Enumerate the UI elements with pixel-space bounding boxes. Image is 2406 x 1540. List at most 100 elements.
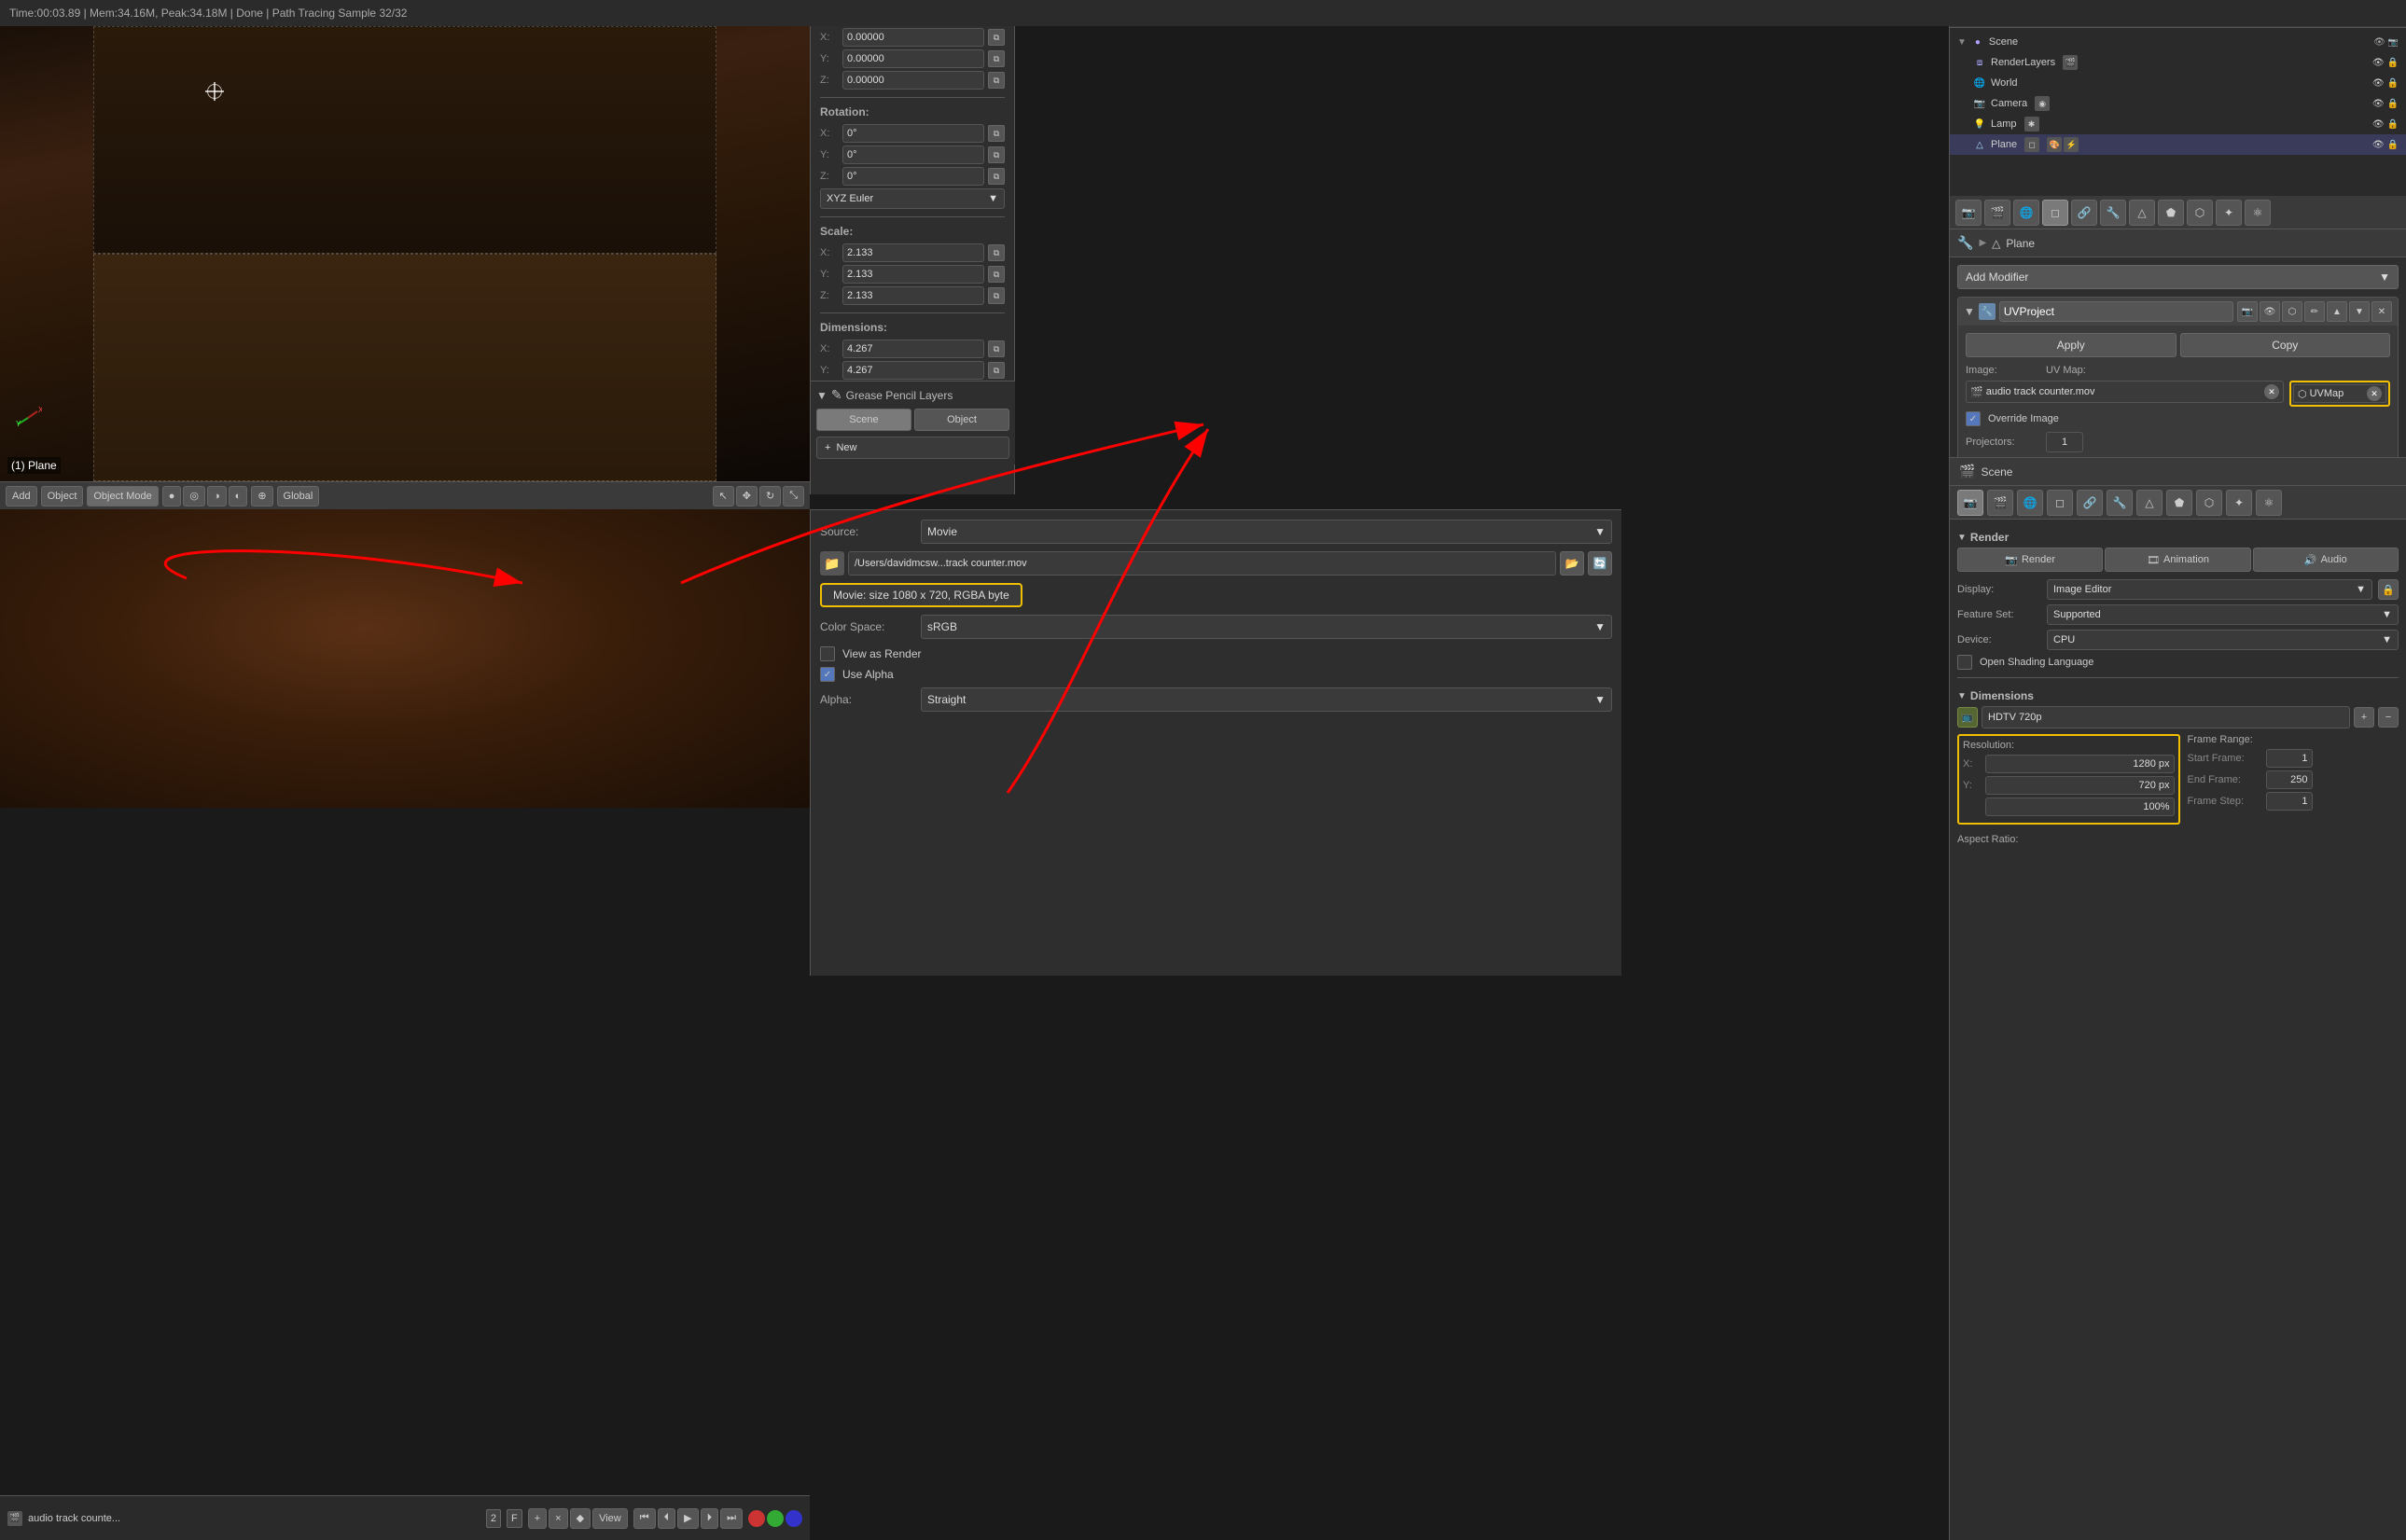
- override-image-checkbox[interactable]: ✓: [1966, 411, 1981, 426]
- outliner-item-world[interactable]: 🌐 World 👁 🔒: [1950, 73, 2406, 93]
- render-section-expand[interactable]: ▼ Render: [1957, 527, 2399, 548]
- frame-step-value[interactable]: 1: [2266, 792, 2313, 811]
- timeline-view-btn[interactable]: View: [592, 1508, 628, 1529]
- mod-down-btn[interactable]: ▼: [2349, 301, 2370, 322]
- location-y-input[interactable]: 0.00000: [842, 49, 984, 68]
- outliner-item-renderlayers[interactable]: ⧈ RenderLayers 🎬 👁 🔒: [1950, 52, 2406, 73]
- uvmap-clear-btn[interactable]: ✕: [2367, 386, 2382, 401]
- play-prev-btn[interactable]: ⏴: [658, 1508, 676, 1529]
- viewport-render-btn[interactable]: ◐: [229, 486, 248, 506]
- res-x-value[interactable]: 1280 px: [1985, 755, 2175, 773]
- scale-y-input[interactable]: 2.133: [842, 265, 984, 284]
- camera-eye-icon[interactable]: 📷: [2388, 37, 2399, 48]
- play-end-btn[interactable]: ⏭: [720, 1508, 743, 1529]
- scale-x-copy[interactable]: ⧉: [988, 244, 1005, 261]
- tool-move[interactable]: ✥: [736, 486, 758, 506]
- end-frame-value[interactable]: 250: [2266, 770, 2313, 789]
- scale-z-copy[interactable]: ⧉: [988, 287, 1005, 304]
- play-back-btn[interactable]: ⏮: [633, 1508, 656, 1529]
- plane-restrict[interactable]: 🔒: [2387, 140, 2399, 150]
- render-cam-icon[interactable]: 📷: [1957, 490, 1983, 516]
- filepath-browse-btn[interactable]: 📂: [1560, 551, 1584, 576]
- rotation-z-copy[interactable]: ⧉: [988, 168, 1005, 185]
- gp-scene-tab[interactable]: Scene: [816, 409, 911, 431]
- mod-camera-icon-btn[interactable]: 📷: [2237, 301, 2258, 322]
- renderlayers-restrict[interactable]: 🔒: [2387, 58, 2399, 68]
- lamp-restrict[interactable]: 🔒: [2387, 119, 2399, 130]
- add-modifier-btn[interactable]: Add Modifier ▼: [1957, 265, 2399, 289]
- viewport-bottom[interactable]: [0, 509, 810, 808]
- render-icon-btn[interactable]: 📷: [1955, 200, 1982, 226]
- data-icon-btn[interactable]: △: [2129, 200, 2155, 226]
- dimensions-expand[interactable]: ▼ Dimensions: [1957, 686, 2399, 706]
- rotation-z-input[interactable]: 0°: [842, 167, 984, 186]
- mod-edit-icon-btn[interactable]: ✏: [2304, 301, 2325, 322]
- outliner-item-plane[interactable]: △ Plane ◻ 🎨 ⚡ 👁 🔒: [1950, 134, 2406, 155]
- source-dropdown[interactable]: Movie ▼: [921, 520, 1612, 544]
- plane-texture-btn[interactable]: ⚡: [2064, 137, 2079, 152]
- camera-data-btn[interactable]: ◉: [2035, 96, 2050, 111]
- feature-set-dropdown[interactable]: Supported ▼: [2047, 604, 2399, 625]
- plane-material-btn[interactable]: 🎨: [2047, 137, 2062, 152]
- pivot-btn[interactable]: ⊕: [251, 486, 272, 506]
- mod-up-btn[interactable]: ▲: [2327, 301, 2347, 322]
- color-space-dropdown[interactable]: sRGB ▼: [921, 615, 1612, 639]
- modifier-expand-btn[interactable]: ▼: [1964, 305, 1975, 318]
- render-wrench-icon[interactable]: 🔧: [2107, 490, 2133, 516]
- render-tab-audio[interactable]: 🔊 Audio: [2253, 548, 2399, 572]
- res-y-value[interactable]: 720 px: [1985, 776, 2175, 795]
- location-x-copy[interactable]: ⧉: [988, 29, 1005, 46]
- rotation-y-input[interactable]: 0°: [842, 146, 984, 164]
- scale-y-copy[interactable]: ⧉: [988, 266, 1005, 283]
- scale-x-input[interactable]: 2.133: [842, 243, 984, 262]
- world-restrict[interactable]: 🔒: [2387, 78, 2399, 89]
- mod-eye-icon-btn[interactable]: 👁: [2260, 301, 2280, 322]
- viewport-wire-btn[interactable]: ◎: [183, 486, 205, 506]
- dim-x-input[interactable]: 4.267: [842, 340, 984, 358]
- rotation-x-input[interactable]: 0°: [842, 124, 984, 143]
- render-mat-icon[interactable]: ⬟: [2166, 490, 2192, 516]
- camera-eye[interactable]: 👁: [2372, 99, 2385, 109]
- lamp-data-btn[interactable]: ✱: [2024, 117, 2039, 132]
- hdtv-add-btn[interactable]: +: [2354, 707, 2374, 728]
- timeline-frame-num[interactable]: 2: [486, 1509, 501, 1528]
- outliner-item-scene[interactable]: ▼ ● Scene 👁 📷: [1950, 32, 2406, 52]
- timeline-add-btn[interactable]: +: [528, 1508, 547, 1529]
- viewport-shading-btn[interactable]: ●: [162, 486, 182, 506]
- viewport-top[interactable]: X Y (1) Plane: [0, 26, 810, 481]
- viewport-solid-btn[interactable]: ◑: [207, 486, 227, 506]
- mod-close-btn[interactable]: ✕: [2371, 301, 2392, 322]
- use-alpha-checkbox[interactable]: ✓: [820, 667, 835, 682]
- object-icon-btn[interactable]: ◻: [2042, 200, 2068, 226]
- lamp-eye[interactable]: 👁: [2372, 119, 2385, 130]
- global-btn[interactable]: Global: [277, 486, 320, 506]
- plane-eye[interactable]: 👁: [2372, 140, 2385, 150]
- copy-btn[interactable]: Copy: [2180, 333, 2391, 357]
- eye-icon[interactable]: 👁: [2373, 37, 2385, 48]
- hdtv-del-btn[interactable]: −: [2378, 707, 2399, 728]
- open-shading-checkbox[interactable]: [1957, 655, 1972, 670]
- location-z-input[interactable]: 0.00000: [842, 71, 984, 90]
- filepath-input[interactable]: /Users/davidmcsw...track counter.mov: [848, 551, 1556, 576]
- add-menu-btn[interactable]: Add: [6, 486, 37, 506]
- record-btn[interactable]: [748, 1510, 765, 1527]
- renderlayers-eye[interactable]: 👁: [2372, 58, 2385, 68]
- apply-btn[interactable]: Apply: [1966, 333, 2177, 357]
- scene-icon-btn[interactable]: 🎬: [1984, 200, 2010, 226]
- filepath-reload-btn[interactable]: 🔄: [1588, 551, 1612, 576]
- render-world-icon[interactable]: 🌐: [2017, 490, 2043, 516]
- gp-object-tab[interactable]: Object: [914, 409, 1009, 431]
- loop-btn[interactable]: [786, 1510, 802, 1527]
- material-icon-btn[interactable]: ⬟: [2158, 200, 2184, 226]
- constraint-icon-btn[interactable]: 🔗: [2071, 200, 2097, 226]
- tool-scale[interactable]: ⤡: [783, 486, 804, 506]
- play-next-btn[interactable]: ⏵: [701, 1508, 719, 1529]
- timeline-delete-btn[interactable]: ×: [549, 1508, 567, 1529]
- start-frame-value[interactable]: 1: [2266, 749, 2313, 768]
- mod-render-icon-btn[interactable]: ⬡: [2282, 301, 2302, 322]
- world-icon-btn[interactable]: 🌐: [2013, 200, 2039, 226]
- texture-icon-btn[interactable]: ⬡: [2187, 200, 2213, 226]
- play-btn[interactable]: ▶: [677, 1508, 698, 1529]
- dim-y-input[interactable]: 4.267: [842, 361, 984, 380]
- location-y-copy[interactable]: ⧉: [988, 50, 1005, 67]
